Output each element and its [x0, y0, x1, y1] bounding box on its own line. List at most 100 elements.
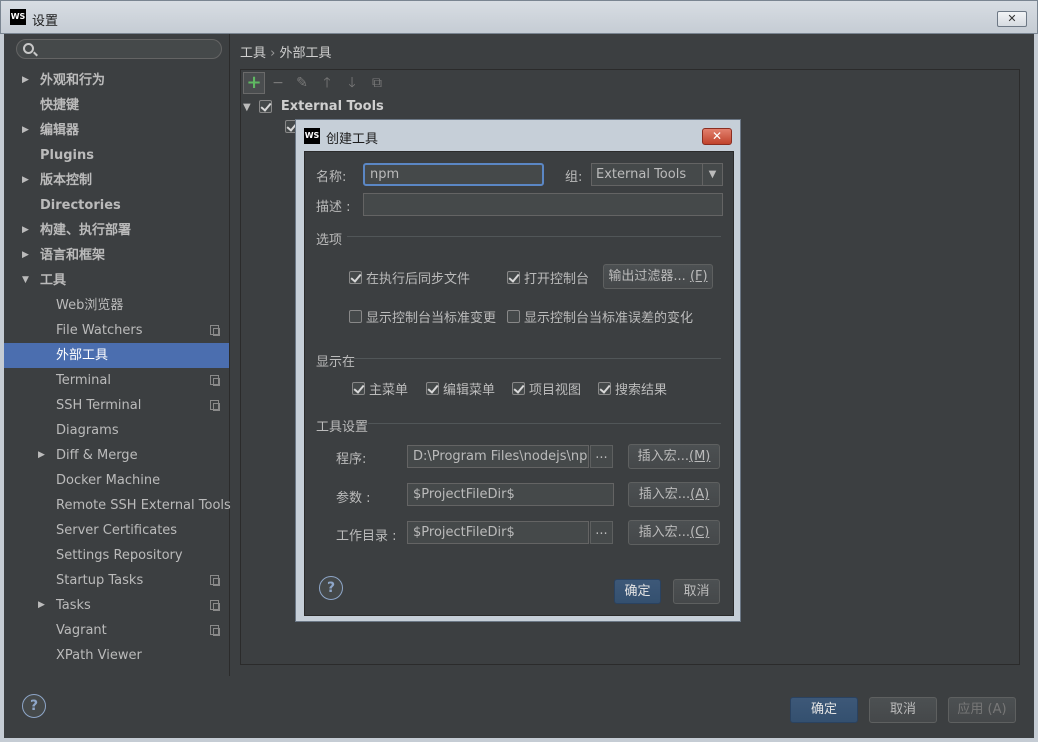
expand-arrow-icon[interactable]: ▶: [22, 68, 29, 93]
open-console-label: 打开控制台: [524, 272, 590, 287]
sidebar-item-terminal[interactable]: Terminal: [4, 368, 229, 393]
stdout-option[interactable]: 显示控制台当标准变更: [349, 307, 496, 326]
sidebar-item-label: File Watchers: [56, 323, 143, 338]
sidebar-item-vcs[interactable]: ▶ 版本控制: [4, 168, 229, 193]
stdout-checkbox[interactable]: [349, 310, 362, 323]
sidebar-item-docker-machine[interactable]: Docker Machine: [4, 468, 229, 493]
search-results-option[interactable]: 搜索结果: [598, 379, 667, 398]
sidebar-item-appearance[interactable]: ▶ 外观和行为: [4, 68, 229, 93]
sidebar-item-web-browsers[interactable]: Web浏览器: [4, 293, 229, 318]
help-button[interactable]: ?: [22, 694, 46, 718]
project-view-checkbox[interactable]: [512, 382, 525, 395]
collapse-arrow-icon[interactable]: ▼: [22, 268, 29, 293]
sidebar-item-diff-merge[interactable]: ▶ Diff & Merge: [4, 443, 229, 468]
stderr-checkbox[interactable]: [507, 310, 520, 323]
sidebar-item-build[interactable]: ▶ 构建、执行部署: [4, 218, 229, 243]
dialog-ok-button[interactable]: 确定: [614, 579, 661, 604]
main-menu-option[interactable]: 主菜单: [352, 379, 408, 398]
apply-button[interactable]: 应用 (A): [948, 697, 1016, 723]
expand-arrow-icon[interactable]: ▶: [22, 243, 29, 268]
insert-macro-shortcut: (M): [689, 449, 711, 464]
sidebar-item-label: Plugins: [40, 148, 94, 163]
sidebar-item-label: 编辑器: [40, 123, 80, 138]
add-tool-button[interactable]: +: [243, 72, 265, 94]
webstorm-logo-icon: WS: [304, 128, 320, 144]
expand-arrow-icon[interactable]: ▶: [38, 593, 45, 618]
sidebar-item-editor[interactable]: ▶ 编辑器: [4, 118, 229, 143]
insert-macro-params-button[interactable]: 插入宏...(A): [628, 482, 720, 507]
chevron-down-icon[interactable]: ▼: [702, 164, 722, 185]
group-checkbox[interactable]: [258, 100, 272, 113]
insert-macro-program-button[interactable]: 插入宏...(M): [628, 444, 720, 469]
settings-tree: ▶ 外观和行为 快捷键 ▶ 编辑器 Plugins ▶ 版本控制 Directorie…: [4, 68, 231, 668]
output-filters-button[interactable]: 输出过滤器... (F): [603, 264, 713, 289]
params-input[interactable]: $ProjectFileDir$: [407, 483, 614, 506]
expand-arrow-icon[interactable]: ▶: [38, 443, 45, 468]
sync-files-option[interactable]: 在执行后同步文件: [349, 268, 470, 287]
expand-arrow-icon[interactable]: ▶: [22, 218, 29, 243]
sidebar-item-directories[interactable]: Directories: [4, 193, 229, 218]
window-frame-bottom: [0, 738, 1038, 742]
tools-group-row[interactable]: ▼ External Tools: [243, 96, 543, 118]
sync-files-checkbox[interactable]: [349, 271, 362, 284]
search-input[interactable]: [16, 39, 222, 59]
search-results-checkbox[interactable]: [598, 382, 611, 395]
sidebar-item-startup-tasks[interactable]: Startup Tasks: [4, 568, 229, 593]
stderr-option[interactable]: 显示控制台当标准误差的变化: [507, 307, 693, 326]
project-view-option[interactable]: 项目视图: [512, 379, 581, 398]
dialog-close-button[interactable]: ✕: [702, 128, 732, 145]
name-input[interactable]: npm: [363, 163, 544, 186]
editor-menu-checkbox[interactable]: [426, 382, 439, 395]
options-section-title: 选项: [316, 233, 343, 248]
sidebar-item-vagrant[interactable]: Vagrant: [4, 618, 229, 643]
sidebar-item-remote-ssh[interactable]: Remote SSH External Tools: [4, 493, 231, 518]
remove-tool-button[interactable]: −: [267, 72, 289, 94]
insert-macro-workdir-button[interactable]: 插入宏...(C): [628, 520, 720, 545]
sidebar-item-ssh-terminal[interactable]: SSH Terminal: [4, 393, 229, 418]
sidebar-item-label: SSH Terminal: [56, 398, 142, 413]
move-up-button[interactable]: 🡑: [316, 72, 338, 94]
sidebar-item-tools[interactable]: ▼ 工具: [4, 268, 229, 293]
group-combobox[interactable]: External Tools ▼: [591, 163, 723, 186]
description-input[interactable]: [363, 193, 723, 216]
expand-arrow-icon[interactable]: ▶: [22, 168, 29, 193]
collapse-arrow-icon[interactable]: ▼: [243, 102, 251, 113]
move-down-button[interactable]: 🡓: [341, 72, 363, 94]
ok-button[interactable]: 确定: [790, 697, 858, 723]
sidebar-item-server-certificates[interactable]: Server Certificates: [4, 518, 229, 543]
sidebar-item-plugins[interactable]: Plugins: [4, 143, 229, 168]
program-browse-button[interactable]: ...: [590, 445, 613, 468]
params-label: 参数 :: [336, 491, 371, 506]
open-console-checkbox[interactable]: [507, 271, 520, 284]
project-view-label: 项目视图: [529, 383, 582, 398]
program-input[interactable]: D:\Program Files\nodejs\npm: [407, 445, 589, 468]
breadcrumb-current: 外部工具: [279, 46, 332, 61]
open-console-option[interactable]: 打开控制台: [507, 268, 589, 287]
cancel-button[interactable]: 取消: [869, 697, 937, 723]
expand-arrow-icon[interactable]: ▶: [22, 118, 29, 143]
sidebar-item-label: Settings Repository: [56, 548, 183, 563]
workdir-input[interactable]: $ProjectFileDir$: [407, 521, 589, 544]
sidebar-item-xpath-viewer[interactable]: XPath Viewer: [4, 643, 229, 668]
program-label: 程序:: [336, 452, 367, 467]
sidebar-item-external-tools[interactable]: 外部工具: [4, 343, 229, 368]
copy-tool-button[interactable]: ⧉: [366, 72, 388, 94]
group-label: External Tools: [280, 99, 384, 114]
output-filters-shortcut: (F): [689, 269, 708, 284]
dialog-help-button[interactable]: ?: [319, 576, 343, 600]
sidebar-item-settings-repository[interactable]: Settings Repository: [4, 543, 229, 568]
sidebar-item-keymap[interactable]: 快捷键: [4, 93, 229, 118]
dialog-cancel-button[interactable]: 取消: [673, 579, 720, 604]
sidebar-item-label: Remote SSH External Tools: [56, 498, 231, 513]
main-menu-checkbox[interactable]: [352, 382, 365, 395]
sidebar-item-languages[interactable]: ▶ 语言和框架: [4, 243, 229, 268]
sidebar-item-diagrams[interactable]: Diagrams: [4, 418, 229, 443]
sidebar-item-file-watchers[interactable]: File Watchers: [4, 318, 229, 343]
window-close-button[interactable]: ✕: [997, 11, 1027, 27]
name-label: 名称:: [316, 170, 347, 185]
workdir-browse-button[interactable]: ...: [590, 521, 613, 544]
edit-tool-button[interactable]: ✎: [291, 72, 313, 94]
sidebar-item-label: 版本控制: [40, 173, 93, 188]
editor-menu-option[interactable]: 编辑菜单: [426, 379, 495, 398]
sidebar-item-tasks[interactable]: ▶ Tasks: [4, 593, 229, 618]
